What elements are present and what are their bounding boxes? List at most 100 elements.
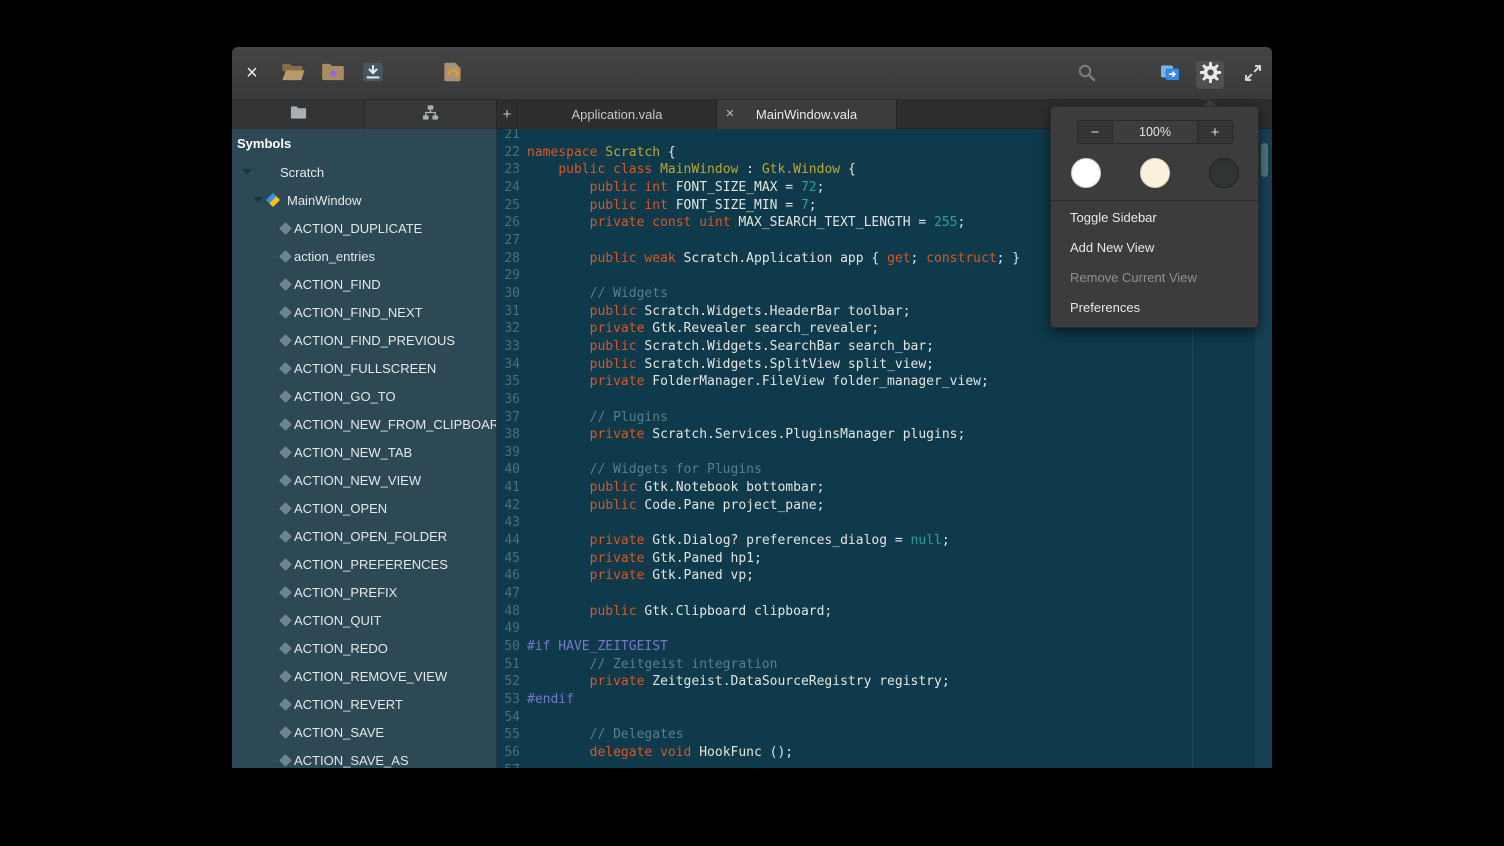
color-scheme-sepia-button[interactable] (1140, 158, 1170, 188)
line-number: 55 (497, 726, 520, 744)
menu-items: Toggle SidebarAdd New ViewRemove Current… (1051, 203, 1258, 323)
code-line (527, 585, 1020, 603)
fullscreen-button[interactable] (1239, 61, 1267, 89)
symbol-diamond-icon (279, 222, 292, 235)
line-number: 36 (497, 391, 520, 409)
code-line (527, 232, 1020, 250)
code-line (527, 762, 1020, 768)
zoom-level: 100% (1112, 121, 1198, 143)
symbol-item[interactable]: ACTION_FIND (232, 270, 496, 298)
symbol-item[interactable]: ACTION_NEW_TAB (232, 438, 496, 466)
folder-icon (289, 103, 308, 127)
scrollbar-thumb[interactable] (1261, 143, 1268, 177)
symbol-label: ACTION_REDO (294, 641, 388, 656)
symbols-tree: Scratch MainWindow ACTION_DUPLICATEactio… (232, 158, 496, 768)
expander-arrow-icon[interactable] (242, 169, 252, 175)
symbol-label: ACTION_QUIT (294, 613, 381, 628)
code-line: // Plugins (527, 409, 1020, 427)
revert-icon (440, 59, 466, 90)
symbol-item[interactable]: ACTION_REDO (232, 634, 496, 662)
code-line (527, 709, 1020, 727)
new-view-button[interactable] (1156, 61, 1184, 89)
app-window: × (232, 47, 1272, 768)
code-line: public Code.Pane project_pane; (527, 497, 1020, 515)
new-tab-button[interactable]: + (497, 100, 517, 129)
sidebar-view-outline-button[interactable] (365, 100, 497, 129)
symbol-item[interactable]: ACTION_GO_TO (232, 382, 496, 410)
code-line (527, 444, 1020, 462)
menu-item-toggle-sidebar[interactable]: Toggle Sidebar (1051, 203, 1258, 233)
open-folder-button[interactable] (319, 60, 347, 88)
symbol-root-scratch[interactable]: Scratch (232, 158, 496, 186)
code-line: delegate void HookFunc (); (527, 744, 1020, 762)
zoom-in-button[interactable]: + (1198, 121, 1232, 143)
menu-separator (1051, 200, 1258, 201)
line-number: 53 (497, 691, 520, 709)
symbol-label: ACTION_PREFERENCES (294, 557, 448, 572)
symbol-item[interactable]: ACTION_FIND_NEXT (232, 298, 496, 326)
save-as-button[interactable] (359, 60, 387, 88)
color-scheme-dark-button[interactable] (1209, 158, 1239, 188)
code-line: private FolderManager.FileView folder_ma… (527, 373, 1020, 391)
symbol-item[interactable]: ACTION_PREFERENCES (232, 550, 496, 578)
symbols-sidebar: Symbols Scratch MainWindow ACTION_DUPLIC… (232, 129, 497, 768)
menu-item-add-new-view[interactable]: Add New View (1051, 233, 1258, 263)
line-number: 56 (497, 744, 520, 762)
code-line: // Widgets (527, 285, 1020, 303)
line-number: 31 (497, 303, 520, 321)
symbol-label: ACTION_REVERT (294, 697, 403, 712)
symbol-item[interactable]: ACTION_DUPLICATE (232, 214, 496, 242)
symbol-label: ACTION_SAVE_AS (294, 753, 409, 768)
symbol-item[interactable]: ACTION_FULLSCREEN (232, 354, 496, 382)
sidebar-view-folders-button[interactable] (232, 100, 365, 129)
code-line: private Gtk.Revealer search_revealer; (527, 320, 1020, 338)
line-number: 41 (497, 479, 520, 497)
symbol-item[interactable]: ACTION_NEW_FROM_CLIPBOARD (232, 410, 496, 438)
code-line: public Gtk.Notebook bottombar; (527, 479, 1020, 497)
tab-application-vala[interactable]: Application.vala (517, 100, 717, 129)
line-number: 21 (497, 129, 520, 144)
symbol-diamond-icon (279, 250, 292, 263)
symbol-item[interactable]: ACTION_REMOVE_VIEW (232, 662, 496, 690)
window-close-button[interactable]: × (241, 61, 263, 85)
code-line: #endif (527, 691, 1020, 709)
class-diamond-icon (266, 193, 280, 207)
symbol-label: ACTION_NEW_FROM_CLIPBOARD (294, 417, 497, 432)
menu-item-preferences[interactable]: Preferences (1051, 293, 1258, 323)
zoom-out-button[interactable]: − (1078, 121, 1112, 143)
code-line: public Scratch.Widgets.HeaderBar toolbar… (527, 303, 1020, 321)
line-number: 37 (497, 409, 520, 427)
symbol-item[interactable]: ACTION_NEW_VIEW (232, 466, 496, 494)
color-scheme-light-button[interactable] (1071, 158, 1101, 188)
symbol-item[interactable]: ACTION_QUIT (232, 606, 496, 634)
symbol-class-mainwindow[interactable]: MainWindow (232, 186, 496, 214)
settings-button[interactable] (1196, 61, 1224, 89)
line-number: 39 (497, 444, 520, 462)
symbol-diamond-icon (279, 530, 292, 543)
line-number: 45 (497, 550, 520, 568)
symbol-item[interactable]: action_entries (232, 242, 496, 270)
tab-close-button[interactable]: × (723, 100, 737, 129)
symbol-diamond-icon (279, 390, 292, 403)
symbol-item[interactable]: ACTION_OPEN_FOLDER (232, 522, 496, 550)
code-line (527, 129, 1020, 144)
symbol-item[interactable]: ACTION_SAVE (232, 718, 496, 746)
line-number: 35 (497, 373, 520, 391)
symbol-label: ACTION_FULLSCREEN (294, 361, 436, 376)
symbol-item[interactable]: ACTION_REVERT (232, 690, 496, 718)
code-line: public Gtk.Clipboard clipboard; (527, 603, 1020, 621)
symbol-item[interactable]: ACTION_OPEN (232, 494, 496, 522)
symbol-item[interactable]: ACTION_SAVE_AS (232, 746, 496, 768)
expander-arrow-icon[interactable] (253, 197, 263, 203)
code-lines: namespace Scratch { public class MainWin… (527, 129, 1020, 768)
tab-mainwindow-vala[interactable]: × MainWindow.vala (717, 100, 897, 129)
revert-button[interactable] (439, 60, 467, 88)
symbol-item[interactable]: ACTION_PREFIX (232, 578, 496, 606)
symbol-diamond-icon (279, 446, 292, 459)
open-file-button[interactable] (279, 60, 307, 88)
search-button[interactable] (1073, 61, 1101, 89)
line-number: 43 (497, 514, 520, 532)
code-line: private Gtk.Paned hp1; (527, 550, 1020, 568)
menu-item-remove-current-view: Remove Current View (1051, 263, 1258, 293)
symbol-item[interactable]: ACTION_FIND_PREVIOUS (232, 326, 496, 354)
